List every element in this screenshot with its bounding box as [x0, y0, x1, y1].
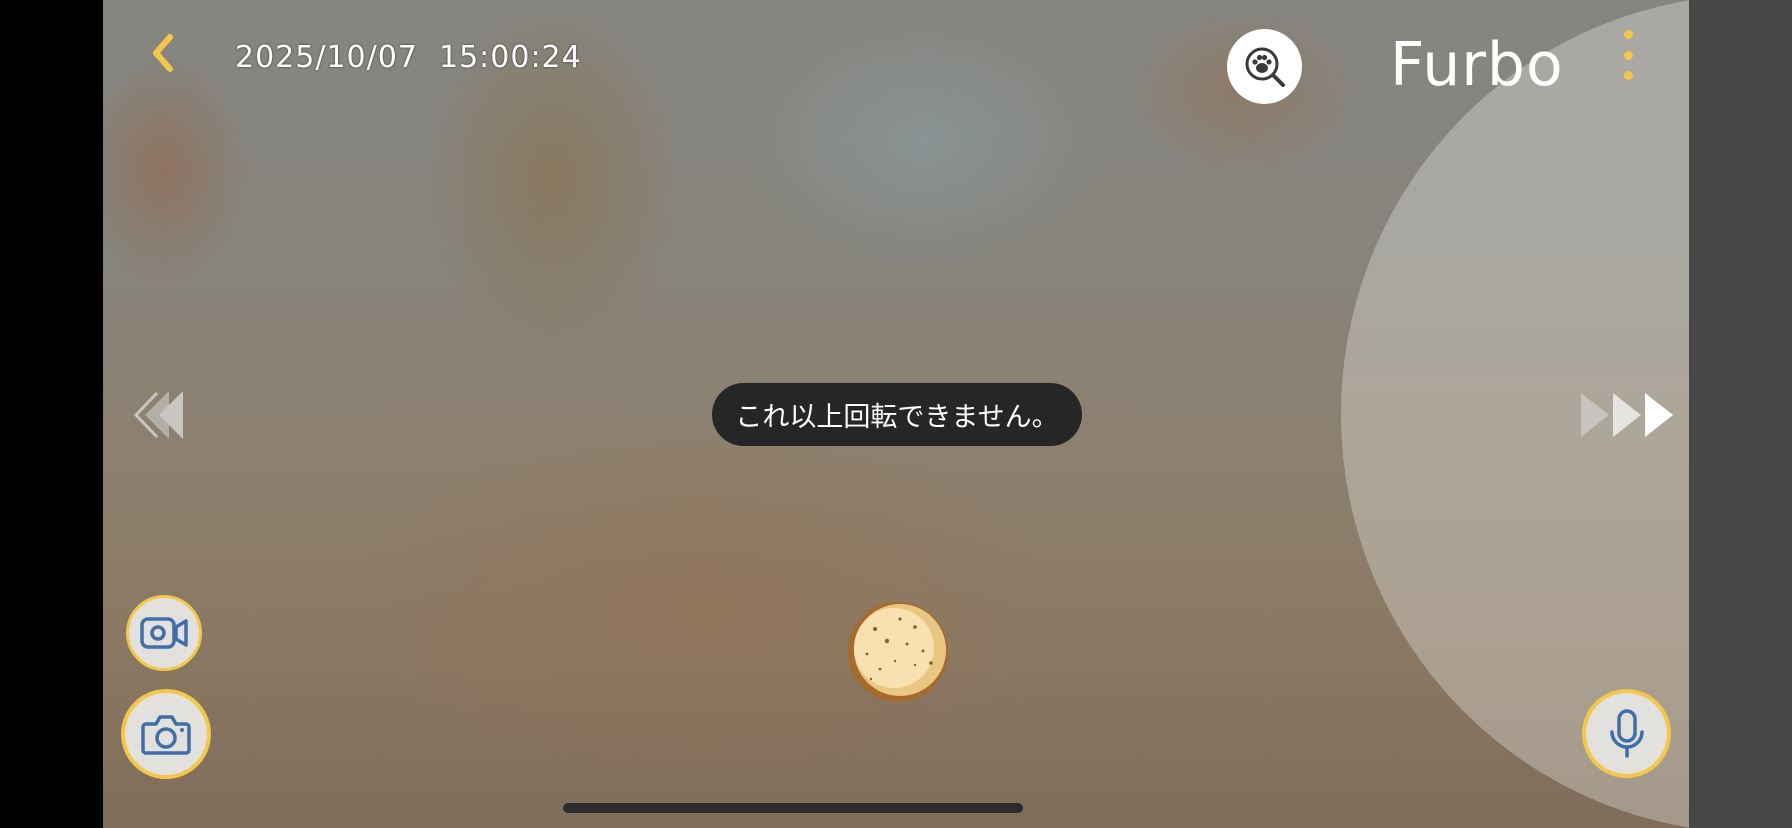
- recording-timestamp: 2025/10/07 15:00:24: [235, 40, 582, 75]
- treat-toss-button[interactable]: [845, 599, 951, 705]
- live-view-screen: 2025/10/07 15:00:24 Furbo これ以上回転できません。: [0, 0, 1792, 828]
- paw-search-icon: [1245, 47, 1285, 87]
- top-bar: 2025/10/07 15:00:24 Furbo: [103, 0, 1689, 110]
- home-indicator[interactable]: [563, 803, 1023, 813]
- left-letterbox: [0, 0, 103, 828]
- chevron-left-icon: [153, 34, 173, 72]
- double-chevron-left-icon: [133, 391, 183, 439]
- record-video-button[interactable]: [126, 595, 202, 671]
- video-camera-icon: [140, 617, 188, 649]
- right-letterbox: [1689, 0, 1792, 828]
- rotate-right-button[interactable]: [1573, 385, 1683, 445]
- toast-message: これ以上回転できません。: [712, 383, 1082, 446]
- rotate-left-button[interactable]: [133, 385, 193, 445]
- triple-chevron-right-icon: [1581, 393, 1673, 437]
- treat-ball-icon: [848, 602, 948, 702]
- back-button[interactable]: [143, 30, 183, 76]
- more-options-button[interactable]: [1613, 30, 1643, 80]
- camera-icon: [141, 715, 191, 755]
- more-vertical-icon: [1623, 30, 1633, 39]
- camera-live-feed[interactable]: 2025/10/07 15:00:24 Furbo これ以上回転できません。: [103, 0, 1689, 828]
- furbo-logo: Furbo: [1390, 30, 1564, 100]
- microphone-icon: [1609, 708, 1644, 758]
- paw-search-button[interactable]: [1227, 29, 1302, 104]
- snapshot-button[interactable]: [121, 689, 211, 779]
- microphone-button[interactable]: [1582, 689, 1671, 778]
